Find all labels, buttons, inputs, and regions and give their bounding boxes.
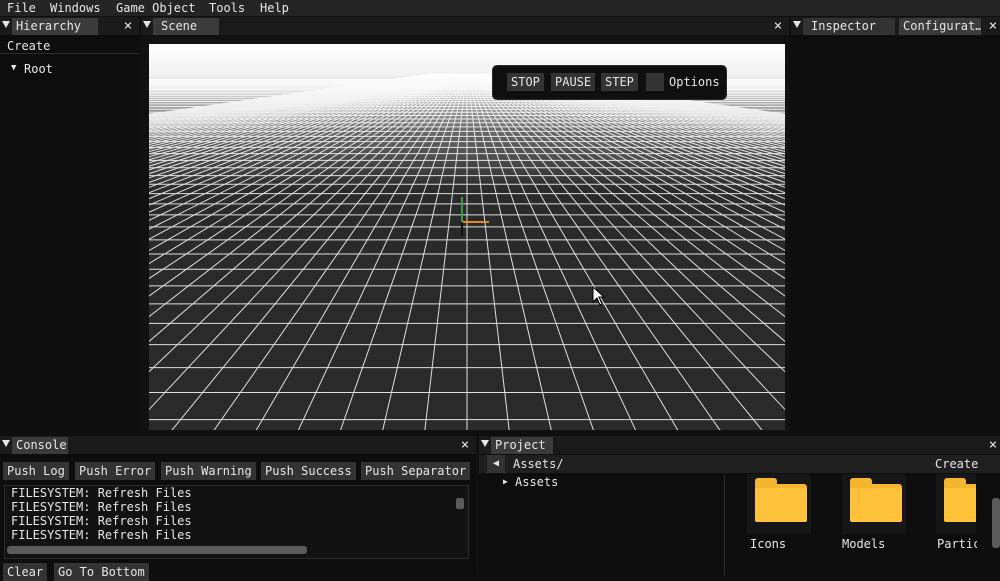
close-icon[interactable]: × [771,17,785,35]
hierarchy-root-item[interactable]: Root [24,62,53,76]
menu-file[interactable]: File [7,0,36,16]
console-titlebar: Console × [0,436,476,454]
tree-expand-icon[interactable]: ▶ [503,477,508,486]
close-icon[interactable]: × [121,17,135,35]
inspector-panel: Inspector Configurat… × [791,17,1000,431]
log-line: FILESYSTEM: Refresh Files [11,486,192,500]
tab-scene[interactable]: Scene [153,18,219,35]
push-separator-button[interactable]: Push Separator [361,462,471,480]
push-warning-button[interactable]: Push Warning [161,462,256,480]
options-label: Options [669,75,720,89]
divider [724,474,725,575]
hierarchy-titlebar: Hierarchy × [0,17,139,35]
folder-icon [944,478,976,522]
console-panel: Console × Push Log Push Error Push Warni… [0,436,476,581]
tab-hierarchy[interactable]: Hierarchy [12,18,98,35]
menu-windows[interactable]: Windows [50,0,101,16]
project-toolbar: ◀ Assets/ Create [479,455,1000,473]
folder-icon [850,478,902,522]
close-icon[interactable]: × [986,436,1000,454]
tab-inspector[interactable]: Inspector [803,18,895,35]
hierarchy-panel: Hierarchy × Create ▼ Root [0,17,139,431]
log-line: FILESYSTEM: Refresh Files [11,528,192,542]
close-icon[interactable]: × [458,436,472,454]
project-create-button[interactable]: Create [935,457,978,471]
close-icon[interactable]: × [986,17,1000,35]
collapse-icon[interactable] [481,440,489,447]
play-controls: STOP PAUSE STEP Options [492,65,727,100]
mouse-cursor-icon [592,286,606,306]
menu-tools[interactable]: Tools [209,0,245,16]
tab-project[interactable]: Project [491,437,553,454]
options-checkbox[interactable] [646,73,664,91]
tab-console[interactable]: Console [12,437,68,454]
tree-item-assets[interactable]: Assets [515,475,558,489]
menu-help[interactable]: Help [260,0,289,16]
folder-tile-particles[interactable] [936,474,976,534]
collapse-icon[interactable] [2,21,10,28]
console-log-area[interactable]: FILESYSTEM: Refresh Files FILESYSTEM: Re… [4,485,469,559]
vertical-scrollbar[interactable] [992,498,1000,548]
project-panel: Project × ◀ Assets/ Create ▶ Assets Icon… [479,436,1000,575]
push-log-button[interactable]: Push Log [3,462,69,480]
pause-button[interactable]: PAUSE [551,73,596,91]
log-line: FILESYSTEM: Refresh Files [11,500,192,514]
back-arrow-icon[interactable]: ◀ [487,455,505,473]
expand-arrow-icon[interactable]: ▼ [11,63,16,73]
folder-tile-icons[interactable] [747,474,811,534]
step-button[interactable]: STEP [601,73,638,91]
tab-configuration[interactable]: Configurat… [899,18,981,35]
project-titlebar: Project × [479,436,1000,454]
hierarchy-create-button[interactable]: Create [7,39,50,53]
go-to-bottom-button[interactable]: Go To Bottom [54,563,149,581]
clear-button[interactable]: Clear [3,563,48,581]
scene-titlebar: Scene × [141,17,789,35]
menu-bar: File Windows Game Object Tools Help [0,0,1000,16]
folder-label: Partic [937,537,977,551]
collapse-icon[interactable] [2,440,10,447]
push-success-button[interactable]: Push Success [261,462,356,480]
folder-label: Icons [750,537,787,551]
horizontal-scrollbar[interactable] [7,546,307,554]
stop-button[interactable]: STOP [507,73,544,91]
divider [0,53,139,54]
project-path: Assets/ [513,457,564,471]
menu-game-object[interactable]: Game Object [116,0,195,16]
scene-viewport[interactable] [149,44,785,430]
folder-icon [755,478,807,522]
push-error-button[interactable]: Push Error [75,462,156,480]
collapse-icon[interactable] [143,21,151,28]
inspector-titlebar: Inspector Configurat… × [791,17,1000,35]
scene-panel: Scene × STOP PAUSE STEP Options [141,17,789,432]
folder-label: Models [842,537,886,551]
folder-tile-models[interactable] [842,474,906,534]
vertical-scrollbar[interactable] [456,498,464,509]
collapse-icon[interactable] [793,21,801,28]
log-line: FILESYSTEM: Refresh Files [11,514,192,528]
